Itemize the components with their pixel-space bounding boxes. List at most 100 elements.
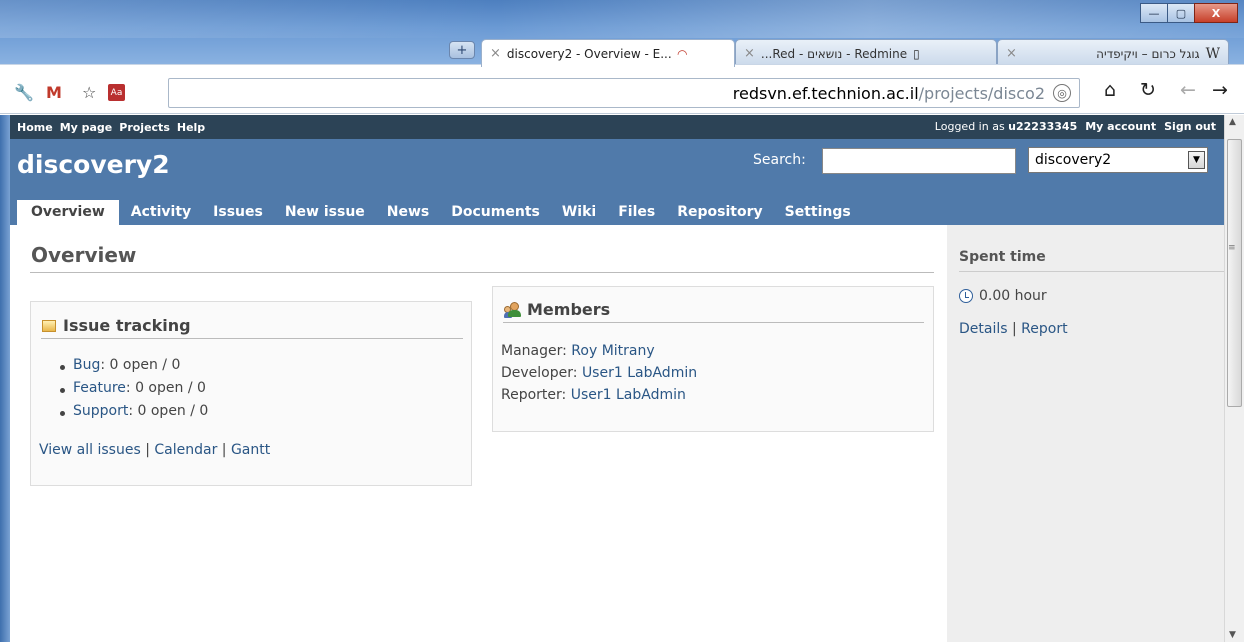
my-account-link[interactable]: My account: [1085, 120, 1156, 133]
chevron-down-icon[interactable]: ▼: [1188, 151, 1205, 169]
report-link[interactable]: Report: [1021, 321, 1067, 337]
member-row: Manager: Roy Mitrany: [501, 343, 655, 359]
search-label: Search:: [753, 152, 806, 168]
details-link[interactable]: Details: [959, 321, 1008, 337]
window-left-edge: [0, 115, 10, 642]
browser-tab[interactable]: × ...Red - נושאים - Redmine ▯: [735, 39, 997, 67]
top-menu-my-page[interactable]: My page: [60, 121, 113, 134]
dictionary-icon[interactable]: Aa: [108, 84, 125, 101]
new-tab-button[interactable]: +: [449, 41, 475, 59]
scroll-grip-icon: ≡: [1228, 243, 1236, 253]
tab-title: ...Red - נושאים - Redmine: [760, 46, 908, 61]
redmine-icon: ◠: [677, 46, 687, 61]
gantt-link[interactable]: Gantt: [231, 442, 270, 458]
tracker-feature-link[interactable]: Feature: [73, 380, 126, 396]
tab-repository[interactable]: Repository: [667, 200, 772, 225]
spent-time-title: Spent time: [959, 249, 1046, 265]
tab-title: גוגל כרום – ויקיפדיה: [1096, 46, 1200, 61]
spent-time-links: Details | Report: [959, 321, 1068, 337]
issue-tracking-box: Issue tracking Bug: 0 open / 0 Feature: …: [30, 301, 472, 486]
web-page: Home My page Projects Help Logged in as …: [10, 115, 1224, 642]
wrench-icon[interactable]: 🔧: [14, 83, 34, 102]
tab-wiki[interactable]: Wiki: [552, 200, 606, 225]
member-link[interactable]: Roy Mitrany: [571, 343, 654, 359]
clock-icon: [959, 289, 973, 303]
link-separator: |: [217, 442, 231, 458]
page-title: Overview: [31, 243, 137, 267]
member-row: Developer: User1 LabAdmin: [501, 365, 697, 381]
logged-in-as: Logged in as u22233345: [927, 120, 1077, 133]
view-all-issues-link[interactable]: View all issues: [39, 442, 141, 458]
tab-activity[interactable]: Activity: [121, 200, 201, 225]
tab-overview[interactable]: Overview: [17, 200, 119, 225]
sign-out-link[interactable]: Sign out: [1164, 120, 1216, 133]
member-role: Manager:: [501, 343, 572, 359]
close-tab-icon[interactable]: ×: [490, 46, 501, 61]
spent-hours-value: 0.00 hour: [979, 288, 1047, 304]
main-menu: Overview Activity Issues New issue News …: [17, 199, 863, 225]
scroll-thumb[interactable]: [1227, 139, 1242, 407]
browser-tab-active[interactable]: × discovery2 - Overview - E... ◠: [481, 39, 735, 67]
reload-icon[interactable]: ↻: [1140, 79, 1156, 101]
project-header: discovery2 Search: discovery2 ▼ Overview…: [10, 139, 1224, 225]
username[interactable]: u22233345: [1008, 120, 1077, 133]
link-separator: |: [140, 442, 155, 458]
issue-links: View all issues | Calendar | Gantt: [39, 442, 270, 458]
close-tab-icon[interactable]: ×: [744, 46, 755, 61]
tab-documents[interactable]: Documents: [441, 200, 550, 225]
tab-news[interactable]: News: [377, 200, 439, 225]
list-bullet: [60, 388, 65, 393]
top-menu-projects[interactable]: Projects: [119, 121, 170, 134]
tracker-feature-count: : 0 open / 0: [125, 380, 206, 396]
sidebar-divider: [959, 271, 1224, 272]
member-link[interactable]: User1 LabAdmin: [582, 365, 697, 381]
tracker-support-link[interactable]: Support: [73, 403, 128, 419]
top-menu: Home My page Projects Help Logged in as …: [10, 115, 1224, 139]
calendar-link[interactable]: Calendar: [154, 442, 217, 458]
window-controls: — ▢ X: [1140, 3, 1238, 23]
member-role: Reporter:: [501, 387, 571, 403]
address-input[interactable]: redsvn.ef.technion.ac.il/projects/disco2…: [168, 78, 1080, 108]
top-menu-help[interactable]: Help: [177, 121, 205, 134]
star-icon[interactable]: ☆: [82, 83, 96, 102]
tracker-bug-link[interactable]: Bug: [73, 357, 100, 373]
forward-icon[interactable]: →: [1212, 79, 1228, 101]
tab-files[interactable]: Files: [608, 200, 665, 225]
tracker-feature: Feature: 0 open / 0: [73, 380, 206, 396]
browser-tab[interactable]: × גוגל כרום – ויקיפדיה W: [997, 39, 1229, 67]
tracker-support: Support: 0 open / 0: [73, 403, 208, 419]
project-title: discovery2: [17, 150, 170, 179]
tab-settings[interactable]: Settings: [775, 200, 861, 225]
box-divider: [503, 322, 924, 323]
vertical-scrollbar[interactable]: ▲ ≡ ▼: [1224, 115, 1244, 642]
home-icon[interactable]: ⌂: [1104, 79, 1116, 101]
tab-issues[interactable]: Issues: [203, 200, 273, 225]
member-row: Reporter: User1 LabAdmin: [501, 387, 686, 403]
tracker-bug-count: : 0 open / 0: [100, 357, 181, 373]
back-icon[interactable]: ←: [1180, 79, 1196, 101]
gmail-icon[interactable]: M: [46, 83, 62, 102]
top-menu-home[interactable]: Home: [17, 121, 53, 134]
project-jump-select[interactable]: discovery2 ▼: [1028, 147, 1208, 173]
link-separator: |: [1007, 321, 1022, 337]
close-window-button[interactable]: X: [1194, 3, 1238, 23]
globe-icon[interactable]: ◎: [1053, 84, 1071, 102]
maximize-button[interactable]: ▢: [1167, 3, 1195, 23]
list-bullet: [60, 411, 65, 416]
scroll-down-icon[interactable]: ▼: [1229, 630, 1236, 640]
sidebar: Spent time 0.00 hour Details | Report: [947, 225, 1224, 642]
box-divider: [41, 338, 463, 339]
scroll-up-icon[interactable]: ▲: [1229, 117, 1236, 127]
close-tab-icon[interactable]: ×: [1006, 46, 1017, 61]
page-icon: ▯: [913, 46, 920, 61]
account-links: Logged in as u22233345 My account Sign o…: [919, 120, 1216, 133]
members-box: Members Manager: Roy Mitrany Developer: …: [492, 286, 934, 432]
issue-tracking-icon: [42, 319, 56, 332]
member-link[interactable]: User1 LabAdmin: [571, 387, 686, 403]
toolbar: 🔧 M ☆ Aa redsvn.ef.technion.ac.il/projec…: [0, 64, 1244, 114]
minimize-button[interactable]: —: [1140, 3, 1168, 23]
tab-new-issue[interactable]: New issue: [275, 200, 375, 225]
issue-tracking-title: Issue tracking: [63, 316, 191, 335]
wikipedia-icon: W: [1205, 45, 1220, 62]
search-input[interactable]: [822, 148, 1016, 174]
